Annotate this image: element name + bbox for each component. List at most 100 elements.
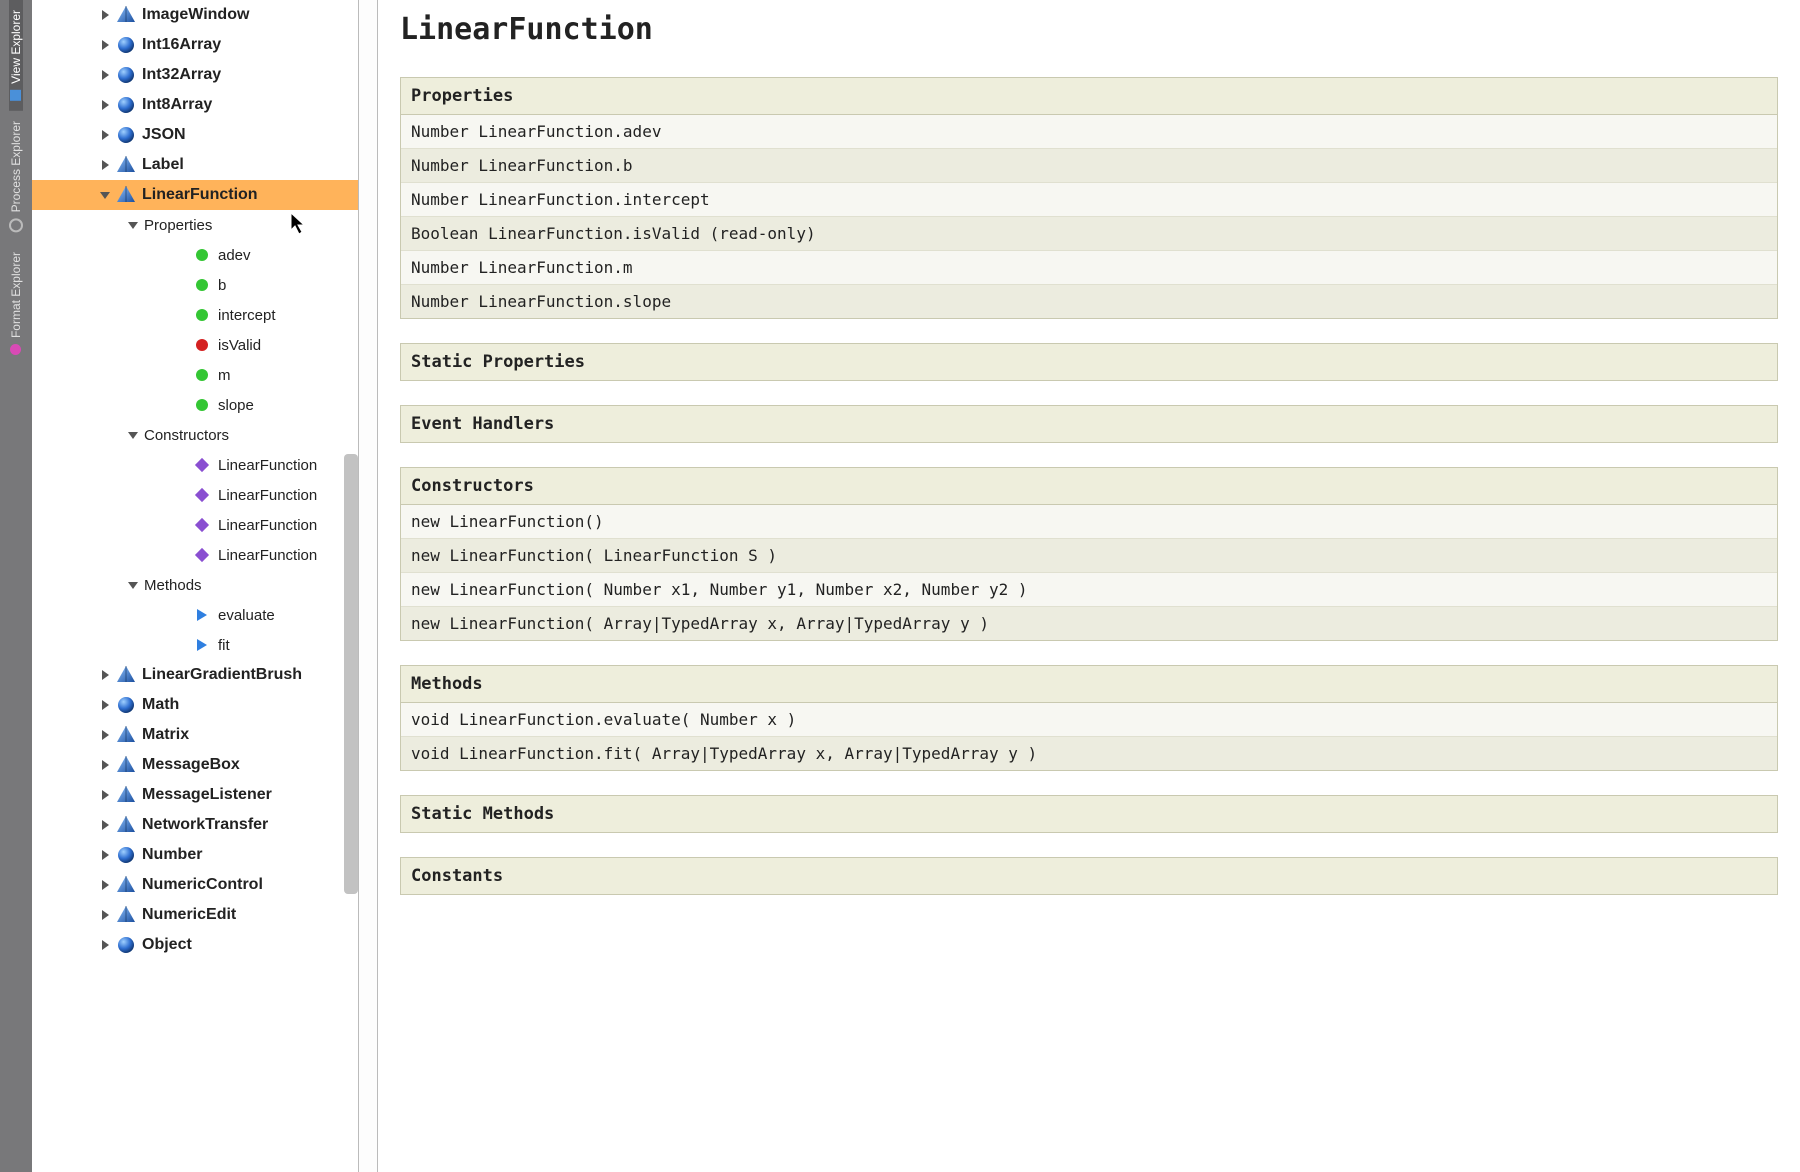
chevron-down-icon[interactable] (98, 188, 112, 202)
tree-constructor-item[interactable]: LinearFunction (32, 480, 358, 510)
side-tab-bar: View Explorer Process Explorer Format Ex… (0, 0, 32, 1172)
tree-property-item[interactable]: adev (32, 240, 358, 270)
chevron-down-icon[interactable] (126, 578, 140, 592)
tree-class-item[interactable]: Number (32, 840, 358, 870)
tree-property-item[interactable]: b (32, 270, 358, 300)
tree-item-label: Matrix (142, 726, 189, 744)
tree-item-label: Int32Array (142, 66, 221, 84)
sphere-icon (116, 65, 136, 85)
tree-class-item[interactable]: Int8Array (32, 90, 358, 120)
tree-method-item[interactable]: evaluate (32, 600, 358, 630)
tree-item-label: MessageBox (142, 756, 240, 774)
chevron-right-icon[interactable] (98, 698, 112, 712)
tree-method-item[interactable]: fit (32, 630, 358, 660)
chevron-right-icon[interactable] (98, 128, 112, 142)
doc-row[interactable]: Number LinearFunction.intercept (401, 183, 1777, 217)
tree-property-item[interactable]: isValid (32, 330, 358, 360)
chevron-right-icon[interactable] (98, 728, 112, 742)
tree-item-label: JSON (142, 126, 186, 144)
tree-item-label: LinearFunction (218, 457, 317, 474)
doc-row[interactable]: new LinearFunction() (401, 505, 1777, 539)
tree-item-label: slope (218, 397, 254, 414)
tree-class-item[interactable]: Math (32, 690, 358, 720)
chevron-right-icon[interactable] (98, 758, 112, 772)
view-explorer-tab[interactable]: View Explorer (9, 0, 23, 111)
tree-item-label: intercept (218, 307, 276, 324)
tree-class-item[interactable]: Int16Array (32, 30, 358, 60)
tree-item-label: LinearFunction (218, 547, 317, 564)
doc-row[interactable]: Number LinearFunction.adev (401, 115, 1777, 149)
tree-property-item[interactable]: intercept (32, 300, 358, 330)
doc-row[interactable]: Number LinearFunction.b (401, 149, 1777, 183)
tree-property-item[interactable]: m (32, 360, 358, 390)
tree-group-methods[interactable]: Methods (32, 570, 358, 600)
doc-row[interactable]: new LinearFunction( Array|TypedArray x, … (401, 607, 1777, 640)
chevron-down-icon[interactable] (126, 218, 140, 232)
tree-item-label: ImageWindow (142, 6, 249, 24)
chevron-right-icon[interactable] (98, 38, 112, 52)
tree-class-item[interactable]: LinearFunction (32, 180, 358, 210)
splitter[interactable] (359, 0, 378, 1172)
documentation-panel: LinearFunction Properties Number LinearF… (378, 0, 1800, 1172)
tree-class-item[interactable]: Int32Array (32, 60, 358, 90)
tree-class-item[interactable]: ImageWindow (32, 0, 358, 30)
tree-constructor-item[interactable]: LinearFunction (32, 540, 358, 570)
chevron-right-icon[interactable] (98, 158, 112, 172)
tree-group-properties[interactable]: Properties (32, 210, 358, 240)
chevron-right-icon[interactable] (98, 668, 112, 682)
tree-class-item[interactable]: JSON (32, 120, 358, 150)
chevron-right-icon[interactable] (98, 938, 112, 952)
tree-class-item[interactable]: MessageListener (32, 780, 358, 810)
tree-class-item[interactable]: Object (32, 930, 358, 960)
tree-class-item[interactable]: Matrix (32, 720, 358, 750)
sphere-icon (116, 95, 136, 115)
tree-item-label: NumericEdit (142, 906, 236, 924)
tree-item-label: LinearFunction (218, 517, 317, 534)
tree-item-label: NumericControl (142, 876, 263, 894)
tree-item-label: Constructors (144, 427, 229, 444)
chevron-right-icon[interactable] (98, 8, 112, 22)
tree-item-label: LinearFunction (218, 487, 317, 504)
doc-row[interactable]: Number LinearFunction.m (401, 251, 1777, 285)
chevron-right-icon[interactable] (98, 908, 112, 922)
dot-green-icon (192, 275, 212, 295)
pyramid-icon (116, 725, 136, 745)
tree-class-item[interactable]: NumericControl (32, 870, 358, 900)
tree-item-label: NetworkTransfer (142, 816, 268, 834)
doc-row[interactable]: void LinearFunction.evaluate( Number x ) (401, 703, 1777, 737)
chevron-right-icon[interactable] (98, 878, 112, 892)
tree-class-item[interactable]: NumericEdit (32, 900, 358, 930)
dot-green-icon (192, 245, 212, 265)
sphere-icon (116, 845, 136, 865)
tree-item-label: MessageListener (142, 786, 272, 804)
doc-row[interactable]: Number LinearFunction.slope (401, 285, 1777, 318)
chevron-right-icon[interactable] (98, 818, 112, 832)
tree-constructor-item[interactable]: LinearFunction (32, 510, 358, 540)
object-tree-scroll[interactable]: ImageWindow Int16Array Int32Array Int8Array… (32, 0, 358, 1172)
tree-item-label: fit (218, 637, 230, 654)
tree-property-item[interactable]: slope (32, 390, 358, 420)
format-explorer-tab[interactable]: Format Explorer (9, 242, 23, 365)
tree-class-item[interactable]: NetworkTransfer (32, 810, 358, 840)
chevron-right-icon[interactable] (98, 848, 112, 862)
doc-row[interactable]: new LinearFunction( Number x1, Number y1… (401, 573, 1777, 607)
section-properties: Properties Number LinearFunction.adevNum… (400, 77, 1778, 319)
doc-row[interactable]: void LinearFunction.fit( Array|TypedArra… (401, 737, 1777, 770)
doc-row[interactable]: new LinearFunction( LinearFunction S ) (401, 539, 1777, 573)
tree-constructor-item[interactable]: LinearFunction (32, 450, 358, 480)
chevron-right-icon[interactable] (98, 788, 112, 802)
process-explorer-tab[interactable]: Process Explorer (9, 111, 23, 242)
tree-scrollbar-thumb[interactable] (344, 454, 358, 894)
chevron-down-icon[interactable] (126, 428, 140, 442)
chevron-right-icon[interactable] (98, 98, 112, 112)
doc-row[interactable]: Boolean LinearFunction.isValid (read-onl… (401, 217, 1777, 251)
chevron-right-icon[interactable] (98, 68, 112, 82)
format-explorer-label: Format Explorer (9, 252, 23, 338)
section-header: Static Methods (401, 796, 1777, 832)
tree-class-item[interactable]: LinearGradientBrush (32, 660, 358, 690)
page-title: LinearFunction (400, 12, 1778, 47)
tree-group-constructors[interactable]: Constructors (32, 420, 358, 450)
tree-class-item[interactable]: MessageBox (32, 750, 358, 780)
pyramid-icon (116, 755, 136, 775)
tree-class-item[interactable]: Label (32, 150, 358, 180)
